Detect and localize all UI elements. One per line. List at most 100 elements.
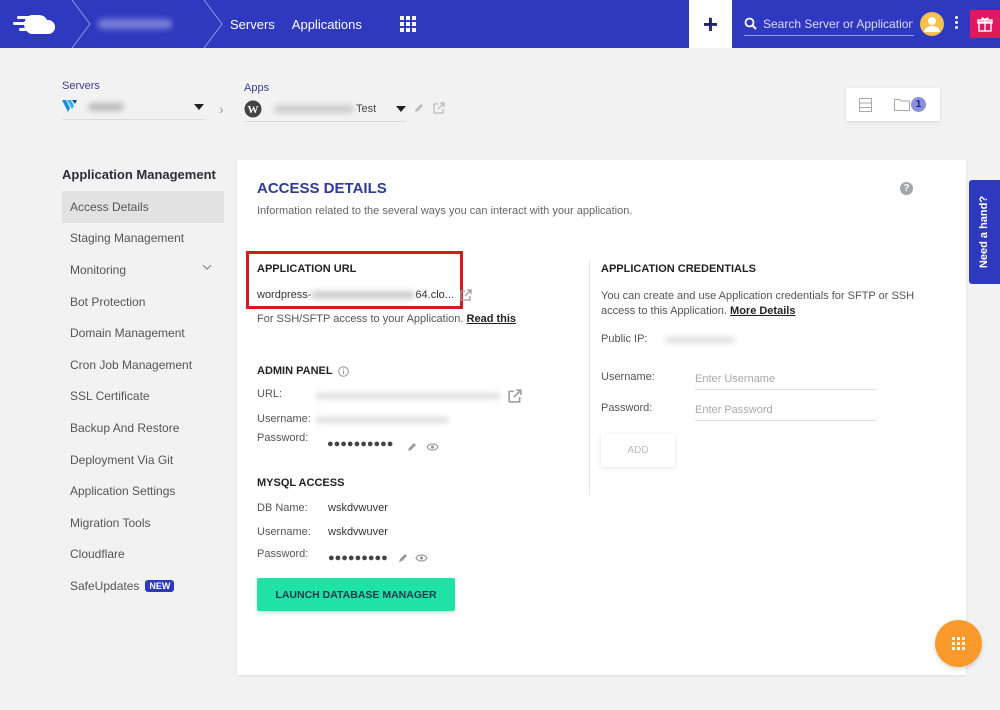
credentials-description: You can create and use Application crede… [601,289,921,319]
cred-password-input[interactable] [695,399,877,421]
sidebar-item-application-settings[interactable]: Application Settings [62,475,224,507]
gift-icon [977,17,993,32]
url-suffix: 64.clo... [415,289,454,301]
application-url-value[interactable]: wordpress- 64.clo... [257,289,472,301]
sidebar-item-label: SafeUpdates [70,578,140,593]
quick-menu-fab[interactable] [935,620,982,667]
sidebar-item-label: Application Settings [70,484,176,499]
application-url-heading: APPLICATION URL [257,263,357,275]
admin-password-mask: ●●●●●●●●●● [327,438,394,450]
external-link-icon[interactable] [460,289,472,301]
plus-icon: + [702,8,719,39]
sidebar-menu: Access Details Staging Management Monito… [62,191,224,602]
sidebar-item-label: Access Details [70,199,149,214]
apps-grid-icon[interactable] [399,16,416,32]
server-name-redacted [88,102,124,111]
public-ip-label: Public IP: [601,333,648,345]
vultr-logo-icon [62,99,77,112]
ssh-note-text: For SSH/SFTP access to your Application. [257,313,464,325]
edit-pencil-icon[interactable] [398,553,408,563]
app-name-redacted [274,104,354,113]
more-options-icon[interactable] [955,16,959,29]
db-password-label: Password: [257,548,309,560]
admin-password-label: Password: [257,432,309,444]
server-list-icon[interactable] [859,97,872,112]
sidebar-item-label: Backup And Restore [70,420,180,435]
sidebar-item-label: Domain Management [70,326,185,341]
public-ip-redacted [665,337,735,343]
breadcrumb-server[interactable] [92,0,202,48]
sidebar-item-ssl-certificate[interactable]: SSL Certificate [62,381,224,413]
sidebar-item-bot-protection[interactable]: Bot Protection [62,286,224,318]
sidebar-item-monitoring[interactable]: Monitoring [62,254,224,286]
tools-panel: 1 [846,88,940,121]
admin-url-redacted[interactable] [315,393,501,399]
server-name-redacted [98,19,172,29]
server-dropdown[interactable] [62,94,204,120]
sidebar-item-cloudflare[interactable]: Cloudflare [62,539,224,571]
cred-password-label: Password: [601,402,653,414]
sidebar-item-deployment-via-git[interactable]: Deployment Via Git [62,444,224,476]
page-subtitle: Information related to the several ways … [257,205,633,217]
admin-url-label: URL: [257,388,283,400]
grid-icon [952,637,965,650]
add-credentials-button[interactable]: ADD [601,434,675,467]
column-divider [589,260,590,495]
ssh-note: For SSH/SFTP access to your Application.… [257,313,516,325]
edit-pencil-icon[interactable] [414,103,424,113]
server-selector: Servers [62,80,204,120]
caret-down-icon [396,105,406,112]
folder-count-badge: 1 [911,97,926,112]
url-redacted [311,291,416,299]
sidebar-item-backup-and-restore[interactable]: Backup And Restore [62,412,224,444]
app-name-suffix: Test [356,102,377,115]
eye-icon[interactable] [426,442,439,452]
caret-down-icon [194,103,204,110]
sidebar-item-label: Migration Tools [70,515,151,530]
more-details-link[interactable]: More Details [730,305,795,317]
sidebar-item-cron-job-management[interactable]: Cron Job Management [62,349,224,381]
new-badge: NEW [145,579,175,592]
sidebar-item-label: Staging Management [70,231,185,246]
db-name-label: DB Name: [257,502,308,514]
sidebar-item-domain-management[interactable]: Domain Management [62,317,224,349]
gift-button[interactable] [970,10,1000,38]
cloud-logo-icon [13,15,56,34]
breadcrumb-separator-icon [203,0,223,48]
user-icon [924,17,940,32]
sidebar-item-staging-management[interactable]: Staging Management [62,223,224,255]
app-dropdown[interactable]: W Test [244,96,406,122]
cred-username-input[interactable] [695,368,877,390]
chevron-down-icon[interactable] [202,264,212,271]
external-link-icon[interactable] [508,389,522,403]
info-icon[interactable] [337,365,349,377]
help-icon[interactable]: ? [900,182,913,195]
launch-database-manager-button[interactable]: LAUNCH DATABASE MANAGER [257,578,455,611]
servers-label: Servers [62,80,100,92]
chevron-right-icon: › [219,101,224,117]
wordpress-logo-icon: W [244,100,262,117]
user-avatar[interactable] [920,12,944,36]
app-credentials-heading: APPLICATION CREDENTIALS [601,263,757,275]
search-input[interactable] [763,16,913,31]
eye-icon[interactable] [415,553,428,563]
need-a-hand-tab[interactable]: Need a hand? [969,180,1000,284]
breadcrumb-separator-icon [71,0,91,48]
sidebar-item-safeupdates[interactable]: SafeUpdates NEW [62,570,224,602]
admin-panel-heading: ADMIN PANEL [257,365,349,377]
cloudways-logo[interactable] [0,0,70,48]
sidebar-item-migration-tools[interactable]: Migration Tools [62,507,224,539]
folder-icon[interactable] [894,98,910,111]
sidebar-item-access-details[interactable]: Access Details [62,191,224,223]
nav-servers[interactable]: Servers [230,17,275,32]
access-details-card: ACCESS DETAILS Information related to th… [237,160,966,675]
sidebar-item-label: Monitoring [70,262,127,277]
sidebar-item-label: Bot Protection [70,294,146,309]
sidebar-title: Application Management [62,167,216,182]
edit-pencil-icon[interactable] [407,442,417,452]
external-link-icon[interactable] [433,102,445,114]
read-this-link[interactable]: Read this [467,313,517,325]
add-button[interactable]: + [689,0,732,48]
nav-applications[interactable]: Applications [292,17,362,32]
sidebar-item-label: Cron Job Management [70,357,193,372]
